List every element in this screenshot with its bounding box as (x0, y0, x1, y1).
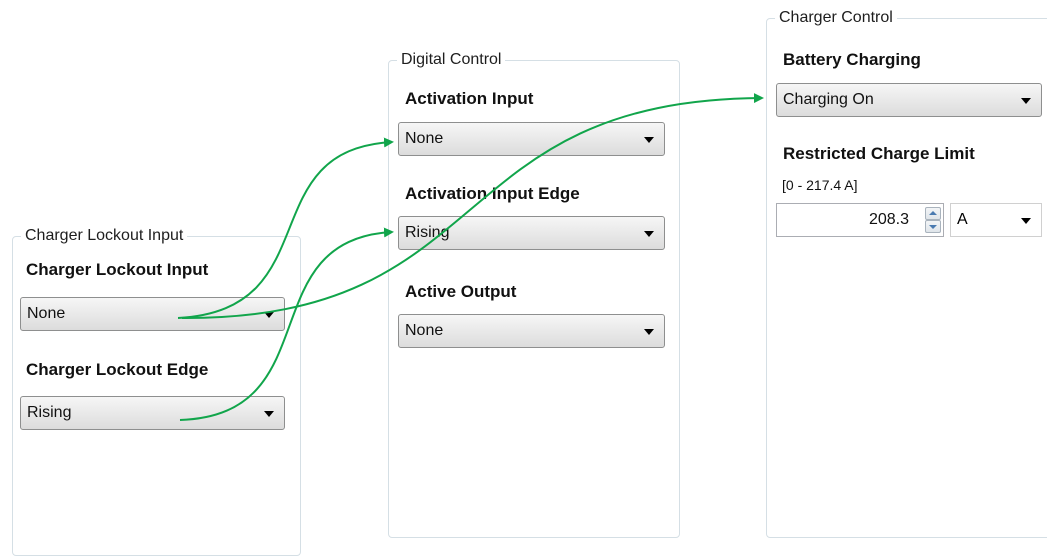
charge-limit-range: [0 - 217.4 A] (782, 177, 858, 193)
chevron-down-icon (264, 312, 274, 318)
chevron-down-icon (264, 411, 274, 417)
chevron-down-icon (644, 329, 654, 335)
activation-input-select[interactable]: None (398, 122, 665, 156)
select-value: None (27, 305, 66, 322)
select-value: Charging On (783, 91, 874, 108)
select-value: Rising (27, 404, 72, 421)
activation-input-label: Activation Input (405, 89, 534, 108)
select-value: A (957, 211, 968, 228)
charger-lockout-edge-select[interactable]: Rising (20, 396, 285, 430)
chevron-down-icon (1021, 98, 1031, 104)
chevron-down-icon (644, 137, 654, 143)
select-value: None (405, 322, 444, 339)
arrow-down-icon (929, 225, 937, 229)
active-output-select[interactable]: None (398, 314, 665, 348)
spinner-value: 208.3 (868, 211, 909, 228)
chevron-down-icon (1021, 218, 1031, 224)
group-title: Charger Lockout Input (21, 227, 188, 245)
charge-limit-unit-select[interactable]: A (950, 203, 1042, 237)
battery-charging-label: Battery Charging (783, 50, 921, 69)
select-value: Rising (405, 224, 450, 241)
arrow-up-icon (929, 211, 937, 215)
charger-lockout-input-select[interactable]: None (20, 297, 285, 331)
active-output-label: Active Output (405, 282, 517, 301)
group-title: Digital Control (397, 51, 506, 69)
charge-limit-spinner[interactable]: 208.3 (776, 203, 944, 237)
battery-charging-select[interactable]: Charging On (776, 83, 1042, 117)
decrement-button[interactable] (925, 220, 941, 233)
select-value: None (405, 130, 444, 147)
restricted-charge-limit-label: Restricted Charge Limit (783, 144, 975, 163)
activation-input-edge-select[interactable]: Rising (398, 216, 665, 250)
charger-lockout-edge-label: Charger Lockout Edge (26, 360, 209, 379)
activation-input-edge-label: Activation Input Edge (405, 184, 580, 203)
chevron-down-icon (644, 231, 654, 237)
group-title: Charger Control (775, 9, 897, 27)
increment-button[interactable] (925, 207, 941, 220)
charger-lockout-input-label: Charger Lockout Input (26, 260, 209, 279)
